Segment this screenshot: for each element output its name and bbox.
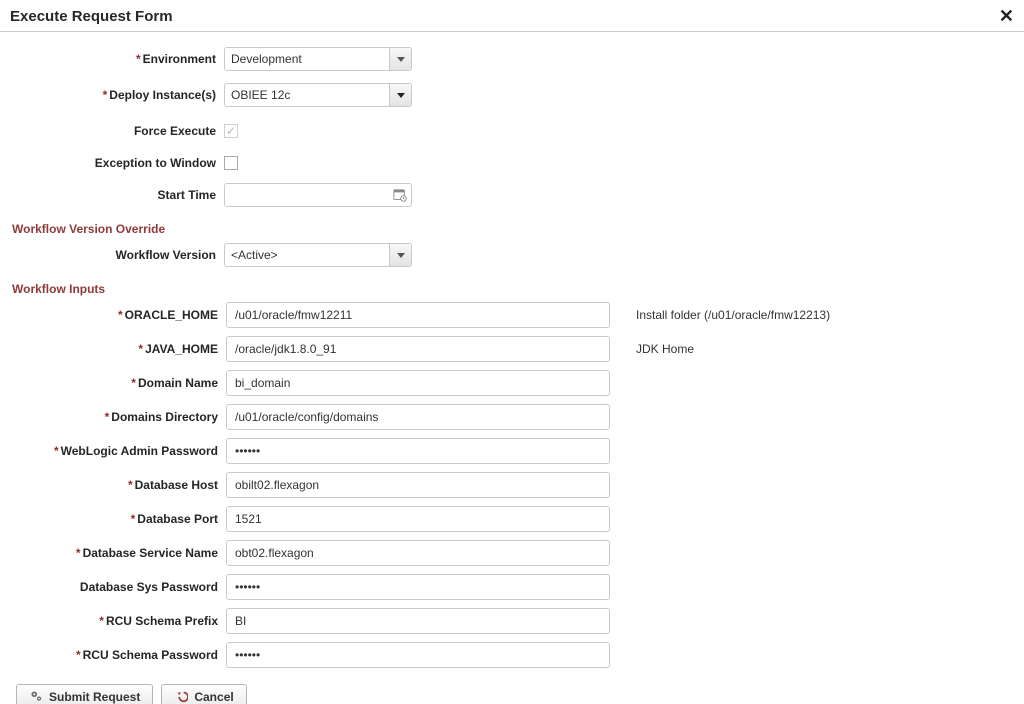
domain-name-input[interactable]	[226, 370, 610, 396]
cancel-label: Cancel	[194, 690, 233, 704]
row-oracle-home: *ORACLE_HOME Install folder (/u01/oracle…	[8, 302, 1016, 328]
undo-icon	[174, 689, 188, 704]
label-exception-window: Exception to Window	[8, 156, 224, 170]
row-start-time: Start Time	[8, 182, 1016, 208]
section-workflow-version-override: Workflow Version Override	[8, 218, 1016, 242]
db-host-input[interactable]	[226, 472, 610, 498]
label-oracle-home: ORACLE_HOME	[125, 308, 218, 322]
caret-down-icon[interactable]	[389, 84, 411, 106]
submit-request-label: Submit Request	[49, 690, 140, 704]
dialog-footer: Submit Request Cancel	[8, 676, 1016, 704]
row-db-port: *Database Port	[8, 506, 1016, 532]
domains-directory-input[interactable]	[226, 404, 610, 430]
start-time-input[interactable]	[224, 183, 412, 207]
rcu-schema-password-input[interactable]	[226, 642, 610, 668]
label-db-sys-password: Database Sys Password	[80, 580, 218, 594]
exception-window-checkbox[interactable]	[224, 156, 238, 170]
row-db-service-name: *Database Service Name	[8, 540, 1016, 566]
label-start-time: Start Time	[8, 188, 224, 202]
chevron-down-icon[interactable]	[389, 244, 411, 266]
row-weblogic-password: *WebLogic Admin Password	[8, 438, 1016, 464]
row-exception-window: Exception to Window	[8, 150, 1016, 176]
java-home-input[interactable]	[226, 336, 610, 362]
label-domain-name: Domain Name	[138, 376, 218, 390]
row-domain-name: *Domain Name	[8, 370, 1016, 396]
dialog-content: *Environment Development *Deploy Instanc…	[0, 32, 1024, 704]
cancel-button[interactable]: Cancel	[161, 684, 246, 704]
rcu-schema-prefix-input[interactable]	[226, 608, 610, 634]
label-weblogic-password: WebLogic Admin Password	[61, 444, 218, 458]
label-domains-directory: Domains Directory	[111, 410, 218, 424]
label-force-execute: Force Execute	[8, 124, 224, 138]
submit-request-button[interactable]: Submit Request	[16, 684, 153, 704]
label-db-port: Database Port	[137, 512, 218, 526]
label-rcu-schema-prefix: RCU Schema Prefix	[106, 614, 218, 628]
oracle-home-input[interactable]	[226, 302, 610, 328]
row-workflow-version: Workflow Version <Active>	[8, 242, 1016, 268]
label-db-host: Database Host	[135, 478, 218, 492]
workflow-version-select-value: <Active>	[225, 244, 389, 266]
row-db-host: *Database Host	[8, 472, 1016, 498]
execute-request-dialog: Execute Request Form ✕ *Environment Deve…	[0, 0, 1024, 704]
gears-icon	[29, 689, 43, 704]
label-environment: *Environment	[8, 52, 224, 66]
label-java-home: JAVA_HOME	[145, 342, 218, 356]
weblogic-password-input[interactable]	[226, 438, 610, 464]
row-java-home: *JAVA_HOME JDK Home	[8, 336, 1016, 362]
db-port-input[interactable]	[226, 506, 610, 532]
label-rcu-schema-password: RCU Schema Password	[83, 648, 218, 662]
label-deploy-instances: *Deploy Instance(s)	[8, 88, 224, 102]
row-rcu-schema-password: *RCU Schema Password	[8, 642, 1016, 668]
deploy-instances-select-value: OBIEE 12c	[225, 84, 389, 106]
calendar-clock-icon[interactable]	[393, 188, 407, 202]
row-deploy-instances: *Deploy Instance(s) OBIEE 12c	[8, 82, 1016, 108]
section-workflow-inputs: Workflow Inputs	[8, 278, 1016, 302]
deploy-instances-select[interactable]: OBIEE 12c	[224, 83, 412, 107]
environment-select[interactable]: Development	[224, 47, 412, 71]
dialog-titlebar: Execute Request Form ✕	[0, 0, 1024, 31]
row-db-sys-password: Database Sys Password	[8, 574, 1016, 600]
row-environment: *Environment Development	[8, 46, 1016, 72]
workflow-version-select[interactable]: <Active>	[224, 243, 412, 267]
row-rcu-schema-prefix: *RCU Schema Prefix	[8, 608, 1016, 634]
chevron-down-icon[interactable]	[389, 48, 411, 70]
oracle-home-hint: Install folder (/u01/oracle/fmw12213)	[636, 308, 830, 322]
row-domains-directory: *Domains Directory	[8, 404, 1016, 430]
force-execute-checkbox[interactable]: ✓	[224, 124, 238, 138]
environment-select-value: Development	[225, 48, 389, 70]
label-db-service-name: Database Service Name	[83, 546, 218, 560]
row-force-execute: Force Execute ✓	[8, 118, 1016, 144]
db-sys-password-input[interactable]	[226, 574, 610, 600]
dialog-title: Execute Request Form	[10, 8, 173, 25]
db-service-name-input[interactable]	[226, 540, 610, 566]
close-icon[interactable]: ✕	[999, 6, 1014, 27]
java-home-hint: JDK Home	[636, 342, 694, 356]
label-workflow-version: Workflow Version	[8, 248, 224, 262]
workflow-inputs: *ORACLE_HOME Install folder (/u01/oracle…	[8, 302, 1016, 668]
